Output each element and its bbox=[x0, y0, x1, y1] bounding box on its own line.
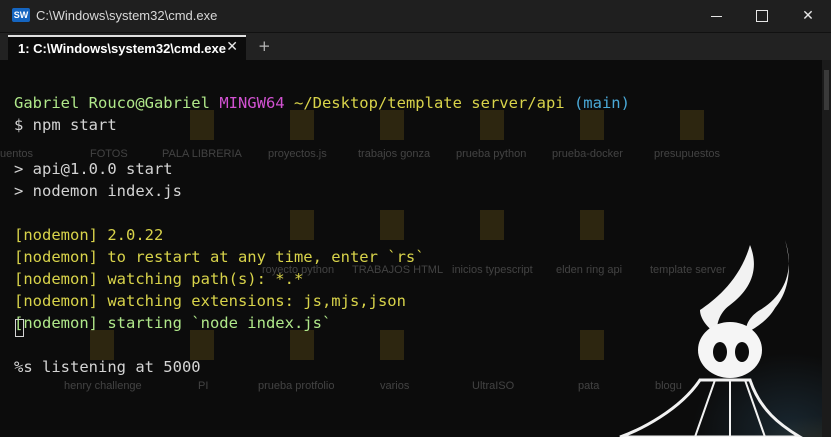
folder-icon bbox=[380, 210, 404, 240]
close-button[interactable]: ✕ bbox=[785, 0, 831, 32]
maximize-icon bbox=[756, 10, 768, 22]
prompt-user: Gabriel Rouco@Gabriel bbox=[14, 94, 210, 112]
desktop-label: trabajos gonza bbox=[358, 148, 431, 160]
terminal-app-icon: SW bbox=[12, 8, 30, 22]
tab-cmd[interactable]: 1: C:\Windows\system32\cmd.exe ✕ bbox=[8, 35, 246, 60]
output-line: > api@1.0.0 start bbox=[14, 160, 173, 178]
folder-icon bbox=[290, 110, 314, 140]
maximize-button[interactable] bbox=[739, 0, 785, 32]
terminal-area[interactable]: uentos FOTOS PALA LIBRERIA proyectos.js … bbox=[0, 60, 822, 437]
desktop-label: UltraISO bbox=[472, 380, 515, 392]
desktop-label: prueba python bbox=[456, 148, 527, 160]
server-output-line: %s listening at 5000 bbox=[14, 358, 201, 376]
desktop-label: PALA LIBRERIA bbox=[162, 148, 242, 160]
minimize-button[interactable] bbox=[693, 0, 739, 32]
desktop-label: prueba protfolio bbox=[258, 380, 335, 392]
scrollbar-thumb[interactable] bbox=[824, 70, 829, 110]
prompt-line: Gabriel Rouco@Gabriel MINGW64 ~/Desktop/… bbox=[14, 92, 630, 114]
desktop-label: pata bbox=[578, 380, 600, 392]
output-line: > nodemon index.js bbox=[14, 182, 182, 200]
desktop-label: varios bbox=[380, 380, 410, 392]
nodemon-line: [nodemon] watching path(s): *.* bbox=[14, 270, 304, 288]
command-line: $ npm start bbox=[14, 116, 117, 134]
nodemon-line: [nodemon] to restart at any time, enter … bbox=[14, 248, 425, 266]
tab-label: 1: C:\Windows\system32\cmd.exe bbox=[18, 41, 226, 56]
character-wallpaper bbox=[619, 240, 803, 437]
nodemon-line: [nodemon] starting `node index.js` bbox=[14, 314, 332, 332]
prompt-branch: (main) bbox=[573, 94, 630, 112]
desktop-label: henry challenge bbox=[64, 380, 142, 392]
desktop-label: presupuestos bbox=[654, 148, 721, 160]
minimize-icon bbox=[710, 15, 722, 17]
folder-icon bbox=[290, 210, 314, 240]
desktop-label: prueba-docker bbox=[552, 148, 623, 160]
folder-icon bbox=[480, 110, 504, 140]
folder-icon bbox=[290, 330, 314, 360]
tab-bar: 1: C:\Windows\system32\cmd.exe ✕ + bbox=[0, 33, 831, 60]
new-tab-button[interactable]: + bbox=[258, 37, 271, 55]
terminal-cursor bbox=[15, 319, 24, 337]
scrollbar[interactable] bbox=[822, 60, 831, 437]
folder-icon bbox=[380, 110, 404, 140]
nodemon-line: [nodemon] 2.0.22 bbox=[14, 226, 164, 244]
prompt-env: MINGW64 bbox=[219, 94, 285, 112]
tab-close-icon[interactable]: ✕ bbox=[226, 39, 238, 55]
window-title: C:\Windows\system32\cmd.exe bbox=[36, 8, 218, 23]
title-bar[interactable]: SW C:\Windows\system32\cmd.exe ✕ bbox=[0, 0, 831, 33]
folder-icon bbox=[380, 330, 404, 360]
desktop-label: proyectos.js bbox=[268, 148, 327, 160]
close-icon: ✕ bbox=[802, 8, 814, 24]
desktop-label: inicios typescript bbox=[452, 264, 533, 276]
nodemon-line: [nodemon] watching extensions: js,mjs,js… bbox=[14, 292, 406, 310]
prompt-path: ~/Desktop/template server/api bbox=[293, 94, 565, 112]
folder-icon bbox=[680, 110, 704, 140]
folder-icon bbox=[580, 110, 604, 140]
desktop-label: PI bbox=[198, 380, 209, 392]
folder-icon bbox=[190, 110, 214, 140]
folder-icon bbox=[480, 210, 504, 240]
